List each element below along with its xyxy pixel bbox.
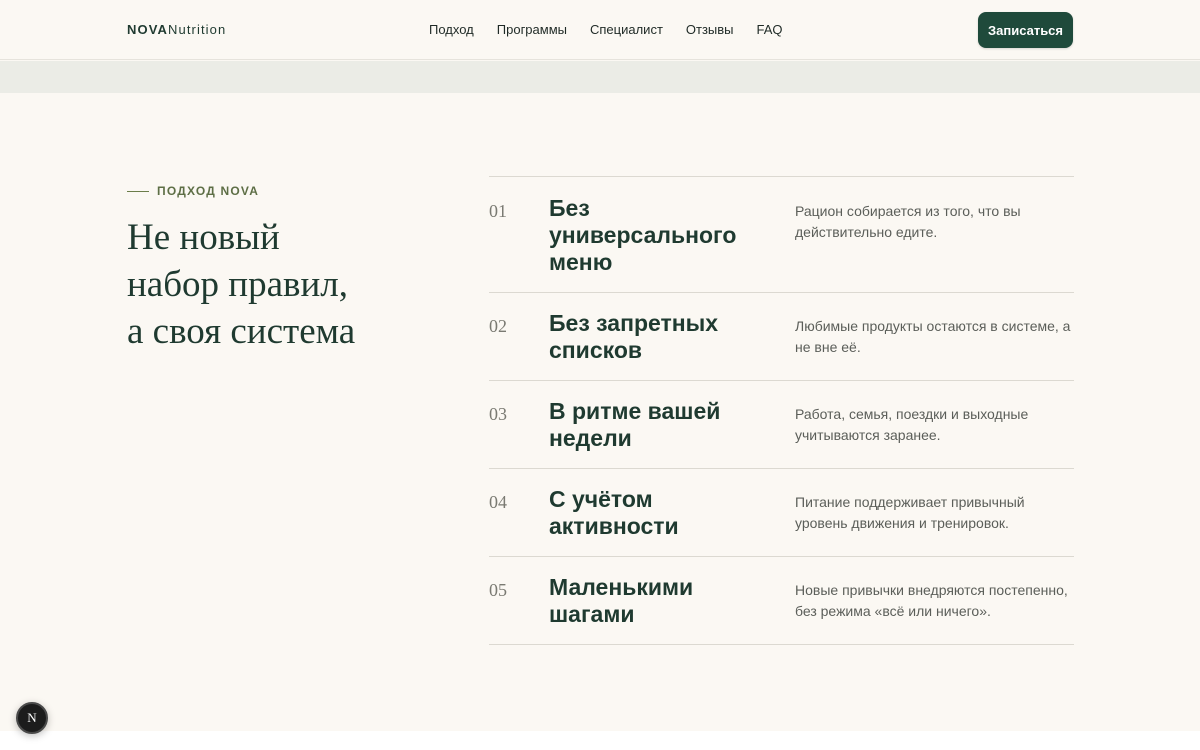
- principle-row-3: 03 В ритме вашей недели Работа, семья, п…: [489, 380, 1074, 468]
- nav-reviews[interactable]: Отзывы: [686, 22, 734, 37]
- heading-line-1: Не новый: [127, 217, 280, 258]
- principle-title: Без запретных списков: [549, 310, 719, 363]
- nav-faq[interactable]: FAQ: [757, 22, 783, 37]
- heading-line-3: а своя система: [127, 311, 356, 352]
- principle-description: Работа, семья, поездки и выходные учитыв…: [795, 406, 1029, 443]
- principles-list: 01 Без универсального меню Рацион собира…: [489, 176, 1074, 645]
- principle-title: С учётом активности: [549, 486, 679, 539]
- principle-description: Новые привычки внедряются постепенно, бе…: [795, 582, 1068, 619]
- logo-bold: NOVA: [127, 22, 168, 37]
- section-heading: Не новый набор правил, а своя система: [127, 214, 427, 355]
- logo[interactable]: NOVANutrition: [127, 22, 226, 37]
- principle-description: Питание поддерживает привычный уровень д…: [795, 494, 1025, 531]
- principle-row-5: 05 Маленькими шагами Новые привычки внед…: [489, 556, 1074, 645]
- site-header: NOVANutrition Подход Программы Специалис…: [0, 0, 1200, 60]
- principle-row-1: 01 Без универсального меню Рацион собира…: [489, 176, 1074, 292]
- main-nav: Подход Программы Специалист Отзывы FAQ: [429, 22, 783, 37]
- principle-title: Без универсального меню: [549, 195, 737, 275]
- section-eyebrow: ПОДХОД NOVA: [127, 184, 259, 198]
- principle-number: 01: [489, 201, 507, 221]
- heading-line-2: набор правил,: [127, 264, 349, 305]
- principle-description: Любимые продукты остаются в системе, а н…: [795, 318, 1071, 355]
- eyebrow-rule: [127, 190, 149, 192]
- eyebrow-text: ПОДХОД NOVA: [157, 184, 260, 198]
- principle-number: 04: [489, 492, 507, 512]
- signup-button[interactable]: Записаться: [978, 12, 1073, 48]
- principle-number: 02: [489, 316, 507, 336]
- badge-letter: N: [27, 710, 37, 725]
- logo-light: Nutrition: [168, 22, 227, 37]
- principle-row-2: 02 Без запретных списков Любимые продукт…: [489, 292, 1074, 380]
- principle-title: В ритме вашей недели: [549, 398, 721, 451]
- principle-description: Рацион собирается из того, что вы действ…: [795, 203, 1021, 240]
- nav-programs[interactable]: Программы: [497, 22, 567, 37]
- principle-title: Маленькими шагами: [549, 574, 694, 627]
- principle-number: 03: [489, 404, 507, 424]
- nav-approach[interactable]: Подход: [429, 22, 474, 37]
- principle-number: 05: [489, 580, 507, 600]
- n-badge-icon[interactable]: N: [16, 702, 48, 734]
- nav-specialist[interactable]: Специалист: [590, 22, 663, 37]
- footer-strip: [0, 731, 1200, 750]
- header-band: [0, 61, 1200, 93]
- principle-row-4: 04 С учётом активности Питание поддержив…: [489, 468, 1074, 556]
